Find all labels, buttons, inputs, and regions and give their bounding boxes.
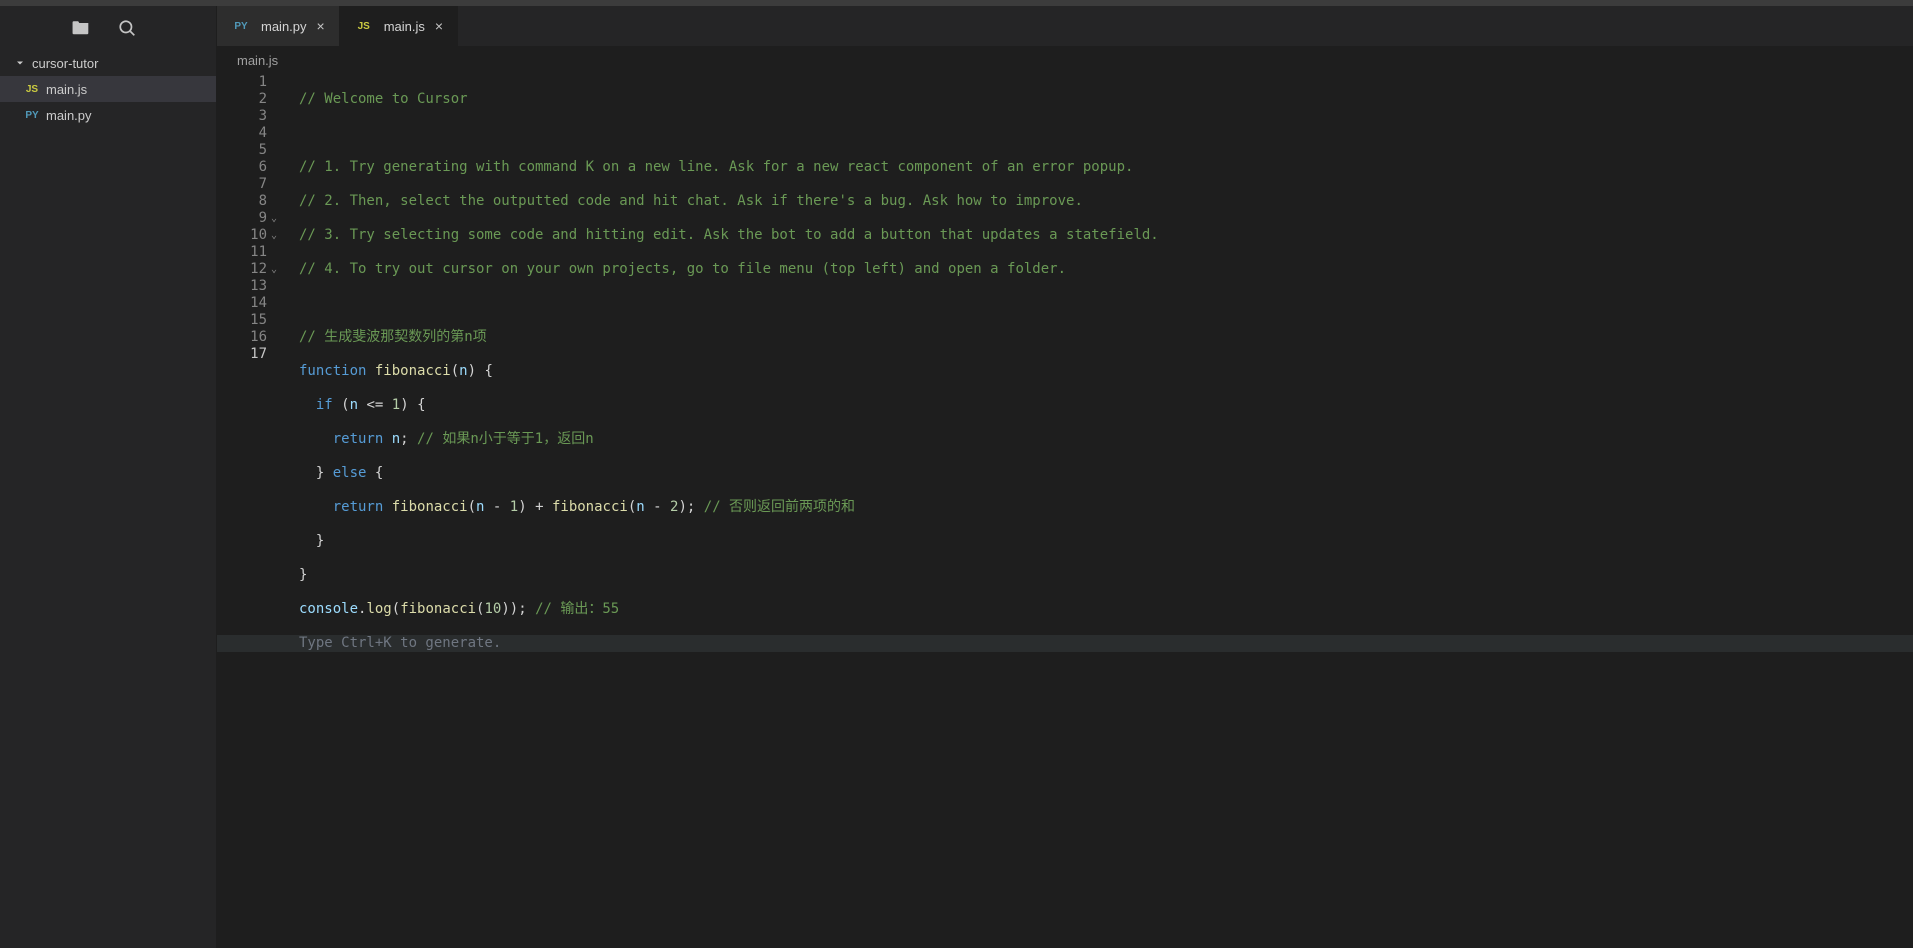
line-number: 10⌄	[217, 227, 267, 244]
line-number: 4	[217, 125, 267, 142]
breadcrumb[interactable]: main.js	[217, 46, 1913, 74]
line-number: 7	[217, 176, 267, 193]
folder-icon[interactable]	[72, 19, 90, 37]
file-list: JS main.js PY main.py	[0, 76, 216, 128]
line-number: 13	[217, 278, 267, 295]
line-number: 16	[217, 329, 267, 346]
code-content[interactable]: // Welcome to Cursor // 1. Try generatin…	[279, 74, 1913, 948]
close-icon[interactable]: ×	[431, 17, 447, 35]
tab-main-js[interactable]: JS main.js ×	[340, 6, 458, 46]
file-name: main.py	[46, 108, 92, 123]
folder-header[interactable]: cursor-tutor	[0, 50, 216, 76]
sidebar: cursor-tutor JS main.js PY main.py	[0, 6, 217, 948]
fold-chevron-icon[interactable]: ⌄	[271, 227, 277, 244]
line-number: 15	[217, 312, 267, 329]
line-number: 14	[217, 295, 267, 312]
line-number: 11	[217, 244, 267, 261]
tab-label: main.js	[384, 19, 425, 34]
ghost-text-hint: Type Ctrl+K to generate.	[299, 635, 501, 651]
code-editor[interactable]: 1 2 3 4 5 6 7 8 9⌄ 10⌄ 11 12⌄ 13 14 15 1…	[217, 74, 1913, 948]
editor-area: PY main.py × JS main.js × main.js 1 2 3 …	[217, 6, 1913, 948]
line-number: 9⌄	[217, 210, 267, 227]
line-number: 2	[217, 91, 267, 108]
js-file-icon: JS	[22, 84, 42, 95]
line-number: 8	[217, 193, 267, 210]
breadcrumb-item: main.js	[237, 53, 278, 68]
line-number: 1	[217, 74, 267, 91]
file-item-main-js[interactable]: JS main.js	[0, 76, 216, 102]
py-file-icon: PY	[231, 21, 251, 32]
py-file-icon: PY	[22, 110, 42, 121]
close-icon[interactable]: ×	[313, 17, 329, 35]
line-number: 3	[217, 108, 267, 125]
main-layout: cursor-tutor JS main.js PY main.py PY ma…	[0, 6, 1913, 948]
sidebar-toolbar	[0, 6, 216, 50]
line-number: 17	[217, 346, 267, 363]
line-gutter: 1 2 3 4 5 6 7 8 9⌄ 10⌄ 11 12⌄ 13 14 15 1…	[217, 74, 279, 948]
search-icon[interactable]	[118, 19, 136, 37]
file-name: main.js	[46, 82, 87, 97]
file-item-main-py[interactable]: PY main.py	[0, 102, 216, 128]
js-file-icon: JS	[354, 21, 374, 32]
line-number: 5	[217, 142, 267, 159]
tab-label: main.py	[261, 19, 307, 34]
fold-chevron-icon[interactable]: ⌄	[271, 261, 277, 278]
folder-name: cursor-tutor	[32, 56, 98, 71]
line-number: 12⌄	[217, 261, 267, 278]
tab-main-py[interactable]: PY main.py ×	[217, 6, 340, 46]
chevron-down-icon	[14, 57, 26, 69]
line-number: 6	[217, 159, 267, 176]
fold-chevron-icon[interactable]: ⌄	[271, 210, 277, 227]
tabs: PY main.py × JS main.js ×	[217, 6, 1913, 46]
